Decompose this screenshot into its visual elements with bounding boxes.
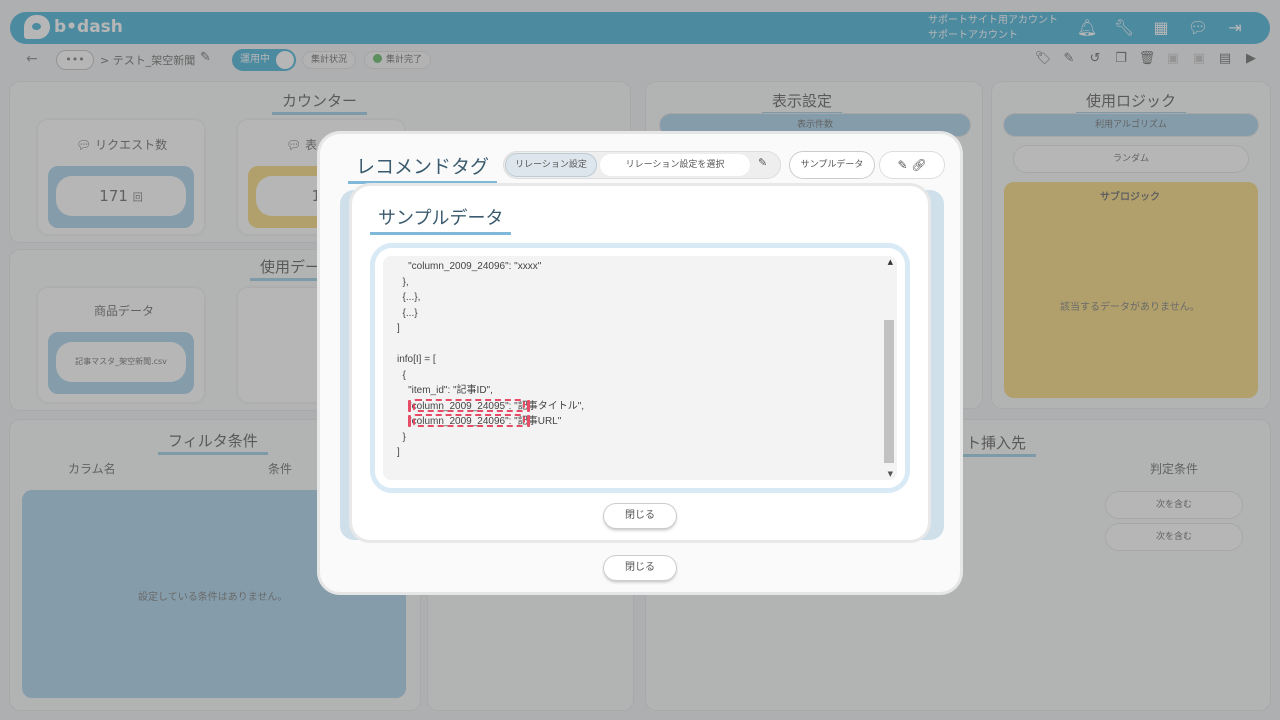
code-line: "column_2009_24096": "xxxx" <box>397 261 542 272</box>
edit-link-icons[interactable]: ✎ 🔗︎ <box>880 152 944 178</box>
relation-settings-button[interactable]: リレーション設定 <box>506 154 596 176</box>
code-line: ] <box>397 323 400 334</box>
code-text: "column_2009_24096": "xxxx" }, {...}, {.… <box>397 259 584 461</box>
code-area[interactable]: "column_2009_24096": "xxxx" }, {...}, {.… <box>383 256 897 480</box>
relation-select[interactable]: リレーション設定を選択 <box>600 154 750 176</box>
code-frame: "column_2009_24096": "xxxx" }, {...}, {.… <box>370 243 910 493</box>
scroll-thumb[interactable] <box>884 320 894 463</box>
sample-data-modal: サンプルデータ "column_2009_24096": "xxxx" }, {… <box>352 186 928 540</box>
outer-close-button[interactable]: 閉じる <box>604 556 676 580</box>
inner-close-button[interactable]: 閉じる <box>604 504 676 528</box>
highlight-column-24095 <box>413 399 525 412</box>
code-line: "item_id": "記事ID", <box>397 385 493 396</box>
sample-data-button[interactable]: サンプルデータ <box>790 152 874 178</box>
scrollbar[interactable]: ▲ ▼ <box>883 256 895 480</box>
highlight-marker-1 <box>408 400 411 412</box>
relation-edit-icon[interactable]: ✎ <box>758 156 767 169</box>
highlight-column-24096 <box>413 414 525 427</box>
scroll-up-icon[interactable]: ▲ <box>888 258 893 266</box>
sample-data-title: サンプルデータ <box>370 204 512 235</box>
code-line: ] <box>397 447 400 458</box>
highlight-marker-2 <box>527 400 530 412</box>
code-line: { <box>397 369 406 381</box>
code-line: } <box>397 431 406 443</box>
scroll-down-icon[interactable]: ▼ <box>888 470 893 478</box>
code-line: {...}, <box>397 292 421 303</box>
edit-icon[interactable]: ✎ <box>897 158 907 172</box>
code-line: info[I] = [ <box>397 354 436 365</box>
link-icon[interactable]: 🔗︎ <box>911 158 926 172</box>
highlight-marker-4 <box>527 415 530 427</box>
relation-settings-group: リレーション設定 リレーション設定を選択 ✎ <box>504 152 780 178</box>
code-line: {...} <box>397 307 418 319</box>
highlight-marker-3 <box>408 415 411 427</box>
code-line: }, <box>397 276 409 288</box>
recommend-tag-title: レコメンドタグ <box>348 152 498 184</box>
